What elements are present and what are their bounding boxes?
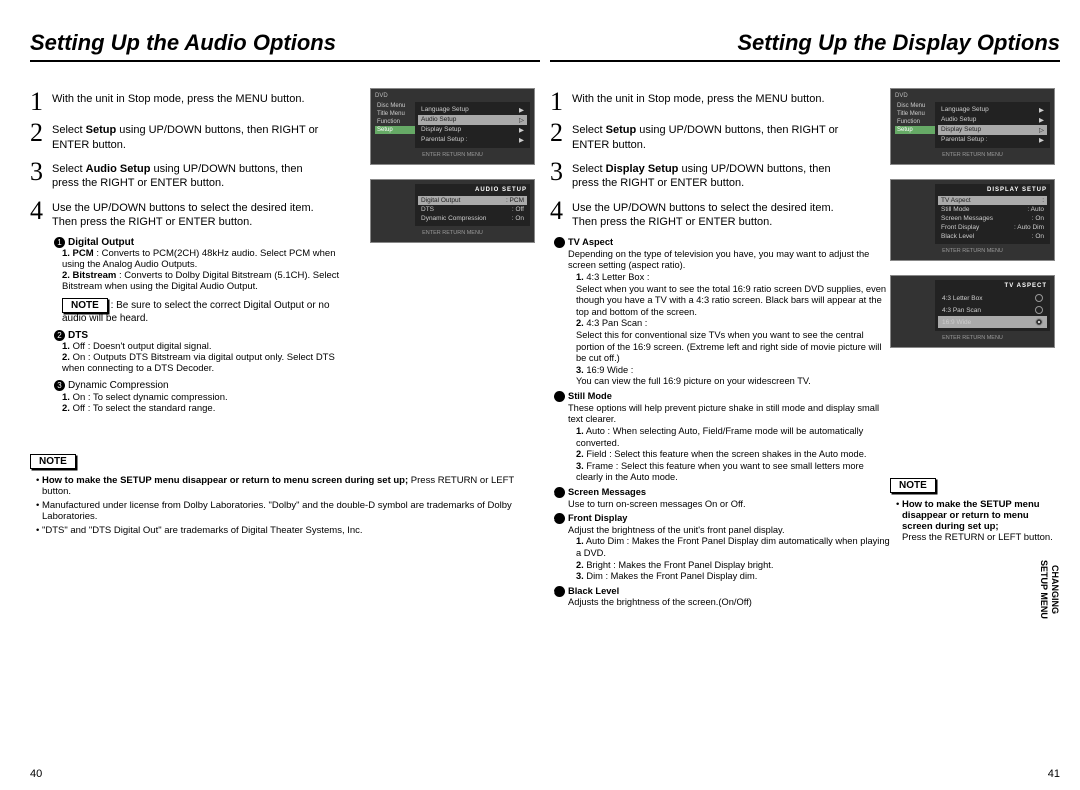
note-badge: NOTE <box>62 298 108 313</box>
note-section-left: NOTE How to make the SETUP menu disappea… <box>30 454 540 536</box>
page-title-left: Setting Up the Audio Options <box>30 30 540 62</box>
step: 1With the unit in Stop mode, press the M… <box>30 90 330 113</box>
detail-item: 5Black LevelAdjusts the brightness of th… <box>568 586 890 609</box>
step-number: 3 <box>30 160 52 191</box>
detail-item: 3Screen MessagesUse to turn on-screen me… <box>568 487 890 510</box>
dts-section: 2DTS 1. Off : Doesn't output digital sig… <box>54 330 344 374</box>
detail-item: 2Still ModeThese options will help preve… <box>568 391 890 484</box>
step-number: 2 <box>550 121 572 152</box>
page-41: Setting Up the Display Options 1With the… <box>550 30 1060 780</box>
step-text: With the unit in Stop mode, press the ME… <box>52 90 330 113</box>
numeral-4-icon: 4 <box>554 513 565 524</box>
step: 4Use the UP/DOWN buttons to select the d… <box>550 199 850 230</box>
tv-setup-menu-2: DVD Disc MenuTitle MenuFunctionSetup Lan… <box>890 88 1055 165</box>
step-text: Select Display Setup using UP/DOWN butto… <box>572 160 850 191</box>
step-number: 1 <box>550 90 572 113</box>
note-badge: NOTE <box>890 478 936 493</box>
step: 2Select Setup using UP/DOWN buttons, the… <box>30 121 330 152</box>
step-number: 4 <box>550 199 572 230</box>
dynamic-compression-section: 3Dynamic Compression 1. On : To select d… <box>54 380 344 413</box>
note-item: How to make the SETUP menu disappear or … <box>36 475 540 497</box>
note-badge: NOTE <box>30 454 76 469</box>
step: 3Select Display Setup using UP/DOWN butt… <box>550 160 850 191</box>
step: 3Select Audio Setup using UP/DOWN button… <box>30 160 330 191</box>
page-40: Setting Up the Audio Options 1With the u… <box>30 30 540 780</box>
screenshots-left: DVD Disc MenuTitle MenuFunctionSetup Lan… <box>370 88 540 257</box>
note-item: "DTS" and "DTS Digital Out" are trademar… <box>36 525 540 536</box>
numeral-2-icon: 2 <box>54 330 65 341</box>
step-number: 1 <box>30 90 52 113</box>
steps-left: 1With the unit in Stop mode, press the M… <box>30 90 330 229</box>
tv-display-setup: DISPLAY SETUP TV Aspect:Still Mode: Auto… <box>890 179 1055 261</box>
detail-item: 1TV AspectDepending on the type of telev… <box>568 237 890 388</box>
step: 1With the unit in Stop mode, press the M… <box>550 90 850 113</box>
step-text: Select Setup using UP/DOWN buttons, then… <box>572 121 850 152</box>
screenshots-right: DVD Disc MenuTitle MenuFunctionSetup Lan… <box>890 88 1060 543</box>
step-text: Use the UP/DOWN buttons to select the de… <box>572 199 850 230</box>
section-tab: CHANGING SETUP MENU <box>1038 560 1060 619</box>
numeral-5-icon: 5 <box>554 586 565 597</box>
numeral-1-icon: 1 <box>554 237 565 248</box>
step-number: 2 <box>30 121 52 152</box>
display-option-details: 1TV AspectDepending on the type of telev… <box>550 237 890 609</box>
tv-tv-aspect: TV ASPECT 4:3 Letter Box4:3 Pan Scan16:9… <box>890 275 1055 348</box>
note-section-right: NOTE • How to make the SETUP menu disapp… <box>890 478 1060 543</box>
step-text: With the unit in Stop mode, press the ME… <box>572 90 850 113</box>
page-title-right: Setting Up the Display Options <box>550 30 1060 62</box>
numeral-3-icon: 3 <box>554 487 565 498</box>
numeral-1-icon: 1 <box>54 237 65 248</box>
step-text: Use the UP/DOWN buttons to select the de… <box>52 199 330 230</box>
tv-setup-menu: DVD Disc MenuTitle MenuFunctionSetup Lan… <box>370 88 535 165</box>
detail-item: 4Front DisplayAdjust the brightness of t… <box>568 513 890 583</box>
step: 2Select Setup using UP/DOWN buttons, the… <box>550 121 850 152</box>
digital-output-section: 1Digital Output 1. PCM : Converts to PCM… <box>54 237 344 324</box>
step-text: Select Setup using UP/DOWN buttons, then… <box>52 121 330 152</box>
steps-right: 1With the unit in Stop mode, press the M… <box>550 90 850 229</box>
step-number: 4 <box>30 199 52 230</box>
note-item: Manufactured under license from Dolby La… <box>36 500 540 522</box>
numeral-2-icon: 2 <box>554 391 565 402</box>
page-number-right: 41 <box>1048 768 1060 780</box>
step: 4Use the UP/DOWN buttons to select the d… <box>30 199 330 230</box>
step-number: 3 <box>550 160 572 191</box>
step-text: Select Audio Setup using UP/DOWN buttons… <box>52 160 330 191</box>
numeral-3-icon: 3 <box>54 380 65 391</box>
tv-audio-setup: AUDIO SETUP Digital Output: PCMDTS: OffD… <box>370 179 535 243</box>
page-number-left: 40 <box>30 768 42 780</box>
